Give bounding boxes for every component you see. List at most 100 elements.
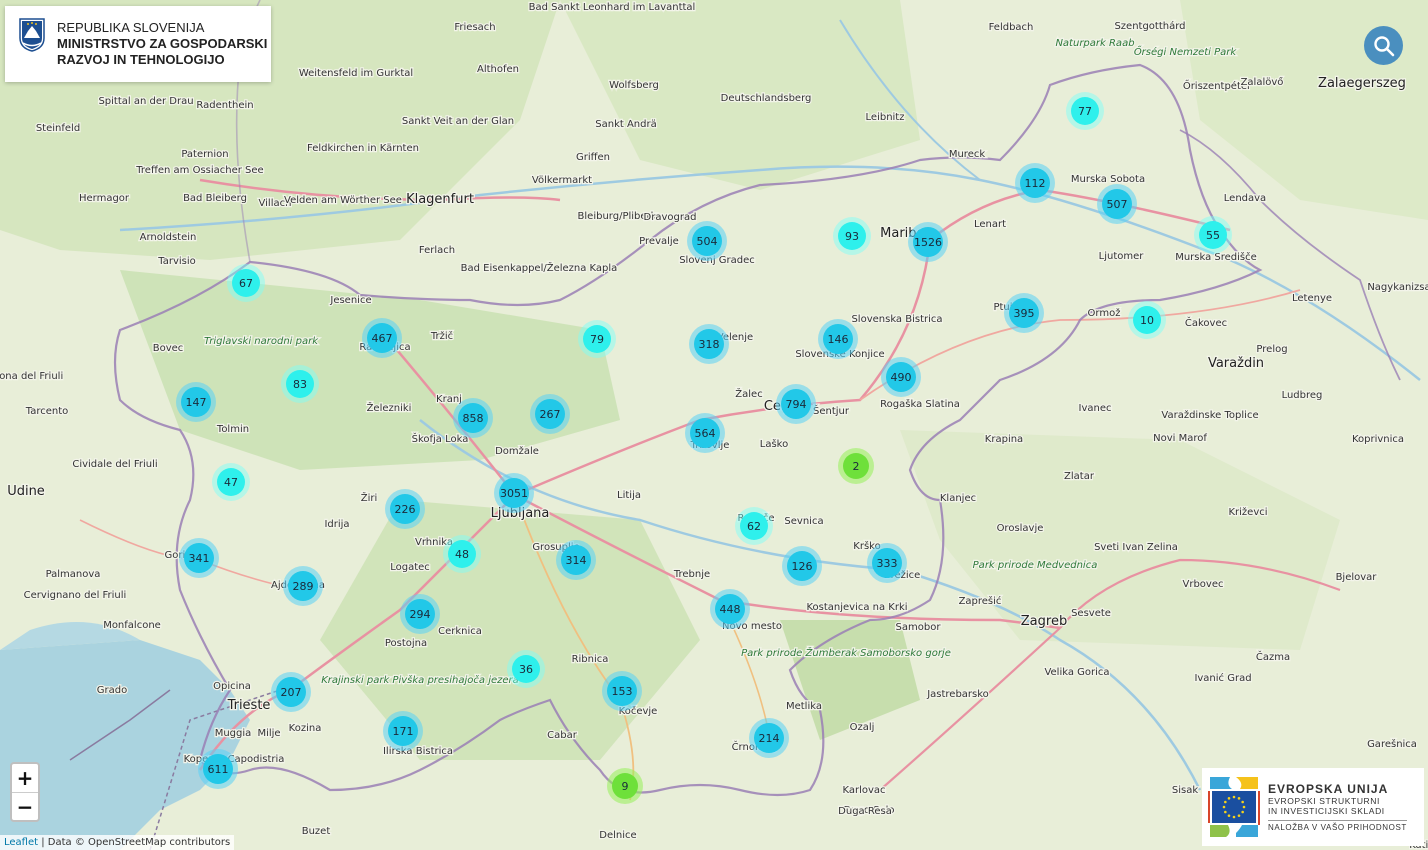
cluster-marker[interactable]: 171 [383, 711, 423, 751]
search-icon [1373, 35, 1394, 56]
cluster-marker[interactable]: 490 [881, 357, 921, 397]
place-label: Leibnitz [866, 112, 905, 123]
cluster-count: 67 [232, 269, 260, 297]
cluster-marker[interactable]: 62 [735, 507, 773, 545]
place-label: Ljutomer [1099, 251, 1145, 262]
place-label: Čazma [1256, 650, 1290, 663]
place-label: Duga Resa [838, 806, 892, 817]
place-label: Palmanova [46, 569, 101, 580]
place-label: Rogaška Slatina [880, 398, 960, 410]
eu-star-icon [1237, 797, 1241, 800]
cluster-marker[interactable]: 395 [1004, 293, 1044, 333]
cluster-marker[interactable]: 564 [685, 413, 725, 453]
place-label: Oroslavje [997, 523, 1044, 534]
place-label: Cervignano del Friuli [24, 590, 127, 601]
cluster-marker[interactable]: 36 [507, 650, 545, 688]
place-label: Žiri [361, 491, 378, 504]
place-label: Park prirode Žumberak Samoborsko gorje [741, 646, 951, 659]
cluster-marker[interactable]: 314 [556, 540, 596, 580]
place-label: Triglavski narodni park [204, 336, 319, 347]
place-label: Arnoldstein [140, 232, 197, 243]
place-label: Klanjec [940, 493, 976, 504]
place-label: Velika Gorica [1044, 667, 1109, 678]
place-label: Jesenice [329, 295, 371, 306]
cluster-marker[interactable]: 153 [602, 671, 642, 711]
place-label: Prelog [1256, 344, 1287, 355]
place-label: Lendava [1224, 193, 1266, 204]
cluster-marker[interactable]: 507 [1097, 184, 1137, 224]
place-label: Steinfeld [36, 123, 80, 134]
cluster-marker[interactable]: 77 [1066, 92, 1104, 130]
cluster-marker[interactable]: 858 [453, 398, 493, 438]
place-label: Wolfsberg [609, 80, 659, 91]
place-label: Sisak [1172, 785, 1198, 796]
cluster-marker[interactable]: 79 [578, 320, 616, 358]
cluster-count: 858 [458, 403, 488, 433]
cluster-marker[interactable]: 9 [607, 768, 643, 804]
cluster-marker[interactable]: 47 [212, 463, 250, 501]
place-label: Udine [7, 484, 45, 499]
search-button[interactable] [1364, 26, 1403, 65]
cluster-marker[interactable]: 112 [1015, 163, 1055, 203]
place-label: Ormož [1088, 307, 1121, 319]
place-label: Buzet [302, 826, 331, 837]
cluster-count: 504 [692, 226, 722, 256]
zoom-control: + − [10, 762, 40, 822]
cluster-marker[interactable]: 289 [283, 566, 323, 606]
eu-sub1: EVROPSKI STRUKTURNI [1268, 796, 1380, 806]
cluster-marker[interactable]: 207 [271, 672, 311, 712]
cluster-marker[interactable]: 1526 [908, 222, 948, 262]
cluster-marker[interactable]: 83 [281, 365, 319, 403]
cluster-count: 2 [843, 453, 869, 479]
cluster-marker[interactable]: 48 [443, 535, 481, 573]
eu-star-icon [1227, 814, 1231, 817]
cluster-marker[interactable]: 467 [362, 318, 402, 358]
place-label: Cabar [547, 730, 578, 741]
place-label: Zalalövő [1241, 76, 1284, 88]
cluster-marker[interactable]: 67 [227, 264, 265, 302]
cluster-count: 112 [1020, 168, 1050, 198]
cluster-marker[interactable]: 55 [1194, 216, 1232, 254]
cluster-marker[interactable]: 147 [176, 382, 216, 422]
place-label: Šentjur [813, 404, 850, 417]
cluster-marker[interactable]: 3051 [494, 473, 534, 513]
place-label: Feldbach [989, 22, 1034, 33]
place-label: Sankt Veit an der Glan [402, 116, 514, 127]
cluster-marker[interactable]: 226 [385, 489, 425, 529]
cluster-marker[interactable]: 611 [198, 749, 238, 789]
cluster-marker[interactable]: 2 [838, 448, 874, 484]
place-label: Sankt Andrä [595, 119, 656, 130]
place-label: Karlovac [842, 785, 885, 796]
cluster-marker[interactable]: 294 [400, 594, 440, 634]
attribution-text: | Data © OpenStreetMap contributors [38, 837, 231, 848]
cluster-count: 171 [388, 716, 418, 746]
leaflet-link[interactable]: Leaflet [4, 837, 38, 848]
place-label: Železniki [367, 401, 412, 414]
place-label: Laško [760, 438, 788, 450]
cluster-marker[interactable]: 267 [530, 394, 570, 434]
cluster-marker[interactable]: 504 [687, 221, 727, 261]
cluster-marker[interactable]: 146 [818, 319, 858, 359]
cluster-marker[interactable]: 214 [749, 718, 789, 758]
zoom-in-button[interactable]: + [12, 764, 38, 793]
cluster-marker[interactable]: 341 [179, 538, 219, 578]
place-label: Weitensfeld im Gurktal [299, 68, 413, 79]
place-label: Ludbreg [1282, 390, 1323, 401]
cluster-marker[interactable]: 448 [710, 589, 750, 629]
map-view[interactable]: Bad Sankt Leonhard im Lavanttal Friesach W… [0, 0, 1428, 850]
place-label: Cerknica [438, 626, 482, 637]
cluster-count: 214 [754, 723, 784, 753]
place-label: Trieste [227, 698, 271, 713]
place-label: Lenart [974, 219, 1006, 230]
place-label: Monfalcone [103, 620, 161, 631]
cluster-marker[interactable]: 126 [782, 546, 822, 586]
cluster-marker[interactable]: 318 [689, 324, 729, 364]
cluster-marker[interactable]: 93 [833, 217, 871, 255]
cluster-marker[interactable]: 333 [867, 543, 907, 583]
zoom-out-button[interactable]: − [12, 793, 38, 821]
cluster-marker[interactable]: 10 [1128, 301, 1166, 339]
cluster-marker[interactable]: 794 [776, 384, 816, 424]
place-label: Tolmin [216, 424, 249, 435]
place-label: Naturpark Raab [1055, 38, 1134, 49]
place-label: Dravograd [644, 212, 697, 223]
